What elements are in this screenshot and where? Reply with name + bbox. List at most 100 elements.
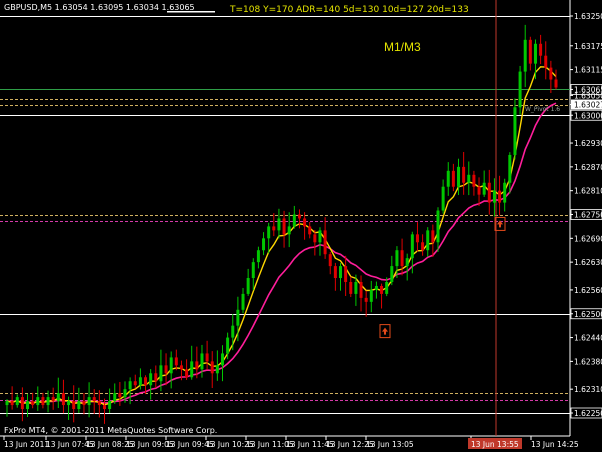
candle-body — [210, 361, 214, 374]
candle-body — [246, 278, 250, 294]
candle-body — [87, 397, 91, 406]
candle-body — [128, 381, 132, 390]
candle-body — [215, 365, 219, 374]
price-label: 1.62380 — [574, 357, 602, 366]
candle-body — [303, 218, 307, 227]
time-label: 13 Jun 13:55 — [471, 440, 519, 449]
candle-body — [487, 182, 491, 203]
pivot-label: W_Pivot 1.6 — [525, 106, 560, 113]
price-label: 1.62310 — [574, 385, 602, 394]
candle-body — [313, 234, 317, 243]
candle-body — [467, 174, 471, 183]
candle-body — [72, 401, 76, 410]
candle-body — [492, 190, 496, 203]
header-marker — [167, 11, 215, 13]
price-label: 1.62500 — [574, 310, 602, 319]
price-label: 1.63175 — [574, 42, 602, 51]
price-label: 1.62690 — [574, 234, 602, 243]
candle-body — [10, 401, 14, 406]
candle-body — [446, 170, 450, 187]
candle-body — [113, 393, 117, 402]
arrow-marker-up-0[interactable] — [379, 324, 391, 339]
candle-body — [292, 214, 296, 227]
candle-body — [118, 393, 122, 398]
candle-body — [82, 401, 86, 406]
price-chart[interactable]: GBPUSD,M5 1.63054 1.63095 1.63034 1.6306… — [0, 0, 602, 452]
candlestick-series — [5, 24, 558, 424]
candle-body — [339, 266, 343, 279]
candle-body — [554, 79, 558, 88]
candle-body — [226, 337, 230, 354]
candle-body — [102, 405, 106, 410]
time-label: 13 Jun 14:25 — [531, 440, 579, 449]
candle-body — [159, 365, 163, 382]
candle-body — [262, 238, 266, 251]
candle-body — [5, 401, 9, 406]
candle-body — [144, 377, 148, 386]
candle-body — [400, 250, 404, 267]
candle-body — [477, 186, 481, 195]
candle-body — [374, 285, 378, 290]
candle-body — [421, 242, 425, 251]
candle-body — [308, 226, 312, 235]
candle-body — [31, 401, 35, 406]
candle-body — [518, 71, 522, 108]
candle-body — [220, 353, 224, 366]
time-label: 13 Jun 2011 — [4, 440, 49, 449]
price-label: 1.63027 — [574, 101, 602, 110]
candle-body — [297, 214, 301, 219]
candle-body — [15, 397, 19, 406]
candle-body — [205, 353, 209, 362]
candle-body — [431, 230, 435, 243]
candle-body — [185, 369, 189, 378]
timeframe-label: M1/M3 — [384, 40, 421, 54]
candle-body — [508, 154, 512, 183]
candle-body — [503, 182, 507, 203]
candle-body — [256, 250, 260, 263]
candle-body — [482, 182, 486, 195]
candle-body — [354, 281, 358, 294]
candle-body — [549, 67, 553, 80]
candle-body — [282, 218, 286, 235]
candle-body — [133, 381, 137, 386]
candle-body — [277, 218, 281, 231]
copyright-text: FxPro MT4, © 2001-2011 MetaQuotes Softwa… — [4, 426, 217, 435]
candle-body — [513, 107, 517, 155]
candle-body — [333, 266, 337, 279]
candle-body — [385, 281, 389, 294]
price-label: 1.62560 — [574, 286, 602, 295]
candle-body — [138, 377, 142, 386]
candle-body — [539, 43, 543, 56]
symbol-header: GBPUSD,M5 1.63054 1.63095 1.63034 1.6306… — [4, 3, 195, 12]
price-label: 1.62630 — [574, 258, 602, 267]
price-label: 1.62870 — [574, 163, 602, 172]
candle-body — [344, 266, 348, 282]
candle-body — [164, 365, 168, 374]
candle-body — [380, 285, 384, 294]
candle-body — [200, 353, 204, 370]
candle-body — [241, 293, 245, 310]
candle-body — [410, 234, 414, 259]
candle-body — [56, 393, 60, 402]
candle-body — [498, 190, 502, 203]
price-label: 1.63250 — [574, 12, 602, 21]
candle-body — [51, 397, 55, 402]
indicator-stats: T=108 Y=170 ADR=140 5d=130 10d=127 20d=1… — [229, 5, 469, 15]
arrow-markers[interactable] — [379, 216, 506, 339]
candle-body — [523, 39, 527, 72]
candle-body — [154, 373, 158, 382]
slow-moving-average — [6, 102, 557, 404]
candle-body — [323, 230, 327, 255]
price-label: 1.63115 — [574, 66, 602, 75]
candle-body — [272, 226, 276, 231]
time-axis-labels: 13 Jun 201113 Jun 07:4513 Jun 08:2513 Ju… — [3, 436, 579, 449]
price-label: 1.62750 — [574, 211, 602, 220]
candle-body — [390, 266, 394, 282]
price-label: 1.63000 — [574, 111, 602, 120]
candle-body — [190, 361, 194, 378]
candle-body — [267, 226, 271, 239]
candle-body — [231, 325, 235, 338]
candle-body — [462, 166, 466, 183]
fast-moving-average — [6, 66, 557, 406]
candle-body — [92, 397, 96, 402]
